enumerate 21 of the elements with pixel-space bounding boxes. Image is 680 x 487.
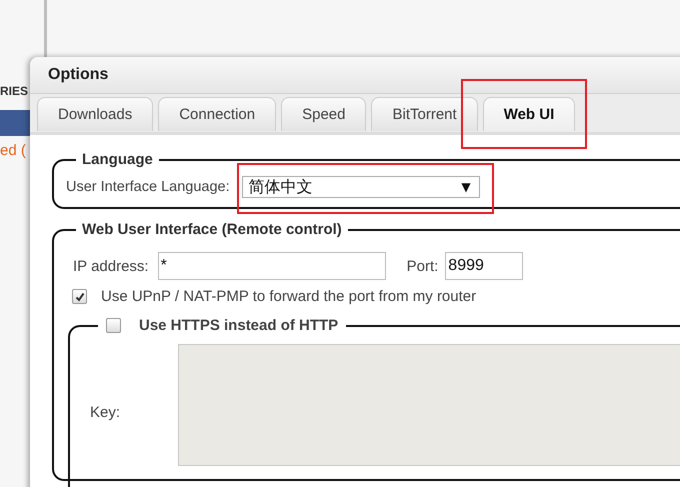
sidebar-heading: RIES xyxy=(0,84,30,100)
dialog-title: Options xyxy=(48,66,108,84)
tab[interactable]: Connection xyxy=(158,97,276,131)
key-label: Key: xyxy=(90,404,122,423)
https-label: Use HTTPS instead of HTTP xyxy=(139,317,338,334)
language-label: User Interface Language: xyxy=(66,179,230,195)
checkbox[interactable] xyxy=(72,289,87,304)
group-legend: Language xyxy=(76,151,159,168)
language-select[interactable]: 简体中文 ▼ xyxy=(242,176,480,198)
tab[interactable]: Downloads xyxy=(37,97,154,131)
port-label: Port: xyxy=(406,258,438,274)
ip-field[interactable]: * xyxy=(158,252,386,280)
checkbox[interactable] xyxy=(106,318,121,333)
group-legend: Web User Interface (Remote control) xyxy=(76,221,348,238)
port-field[interactable]: 8999 xyxy=(445,252,524,280)
tab[interactable]: BitTorrent xyxy=(371,97,478,131)
tab[interactable]: Speed xyxy=(281,97,366,131)
sidebar-item[interactable] xyxy=(0,110,30,136)
tab[interactable]: Web UI xyxy=(482,97,576,131)
ip-label: IP address: xyxy=(73,258,149,274)
upnp-label: Use UPnP / NAT-PMP to forward the port from my router xyxy=(101,288,476,305)
